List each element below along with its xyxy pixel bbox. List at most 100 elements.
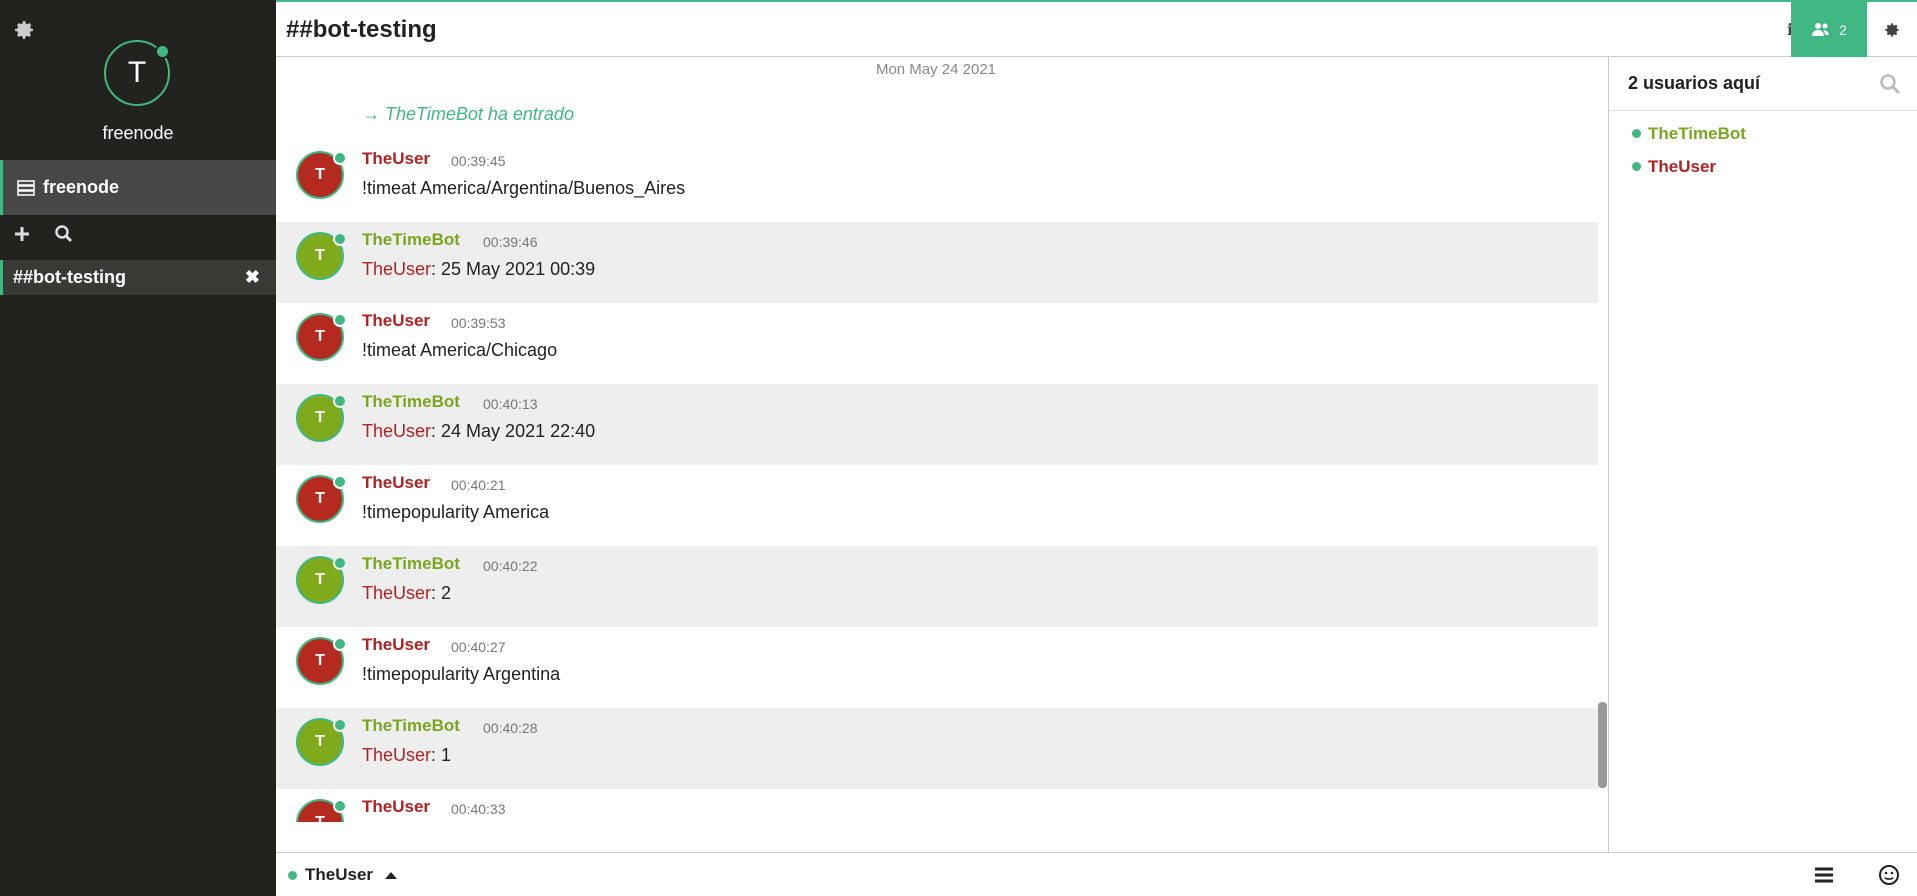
avatar-initial: T [315, 328, 325, 345]
channel-item-label: ##bot-testing [13, 267, 127, 287]
message-time: 00:40:28 [483, 720, 538, 736]
message-nick[interactable]: TheUser [362, 311, 430, 331]
server-icon [17, 179, 35, 196]
message-body: : 25 May 2021 00:39 [431, 259, 596, 279]
message-body: !timeat America/Argentina/Buenos_Aires [362, 178, 686, 198]
message-time: 00:39:46 [483, 234, 538, 250]
message-body: !timepopularity Argentina [362, 664, 561, 684]
avatar-initial: T [315, 571, 325, 588]
user-avatar[interactable]: T [104, 40, 170, 106]
mention-nick[interactable]: TheUser [362, 259, 431, 279]
gear-icon [1885, 22, 1899, 37]
user-list: TheTimeBot TheUser [1609, 111, 1917, 183]
message-nick[interactable]: TheTimeBot [362, 230, 460, 250]
message-nick[interactable]: TheTimeBot [362, 716, 460, 736]
message-avatar[interactable]: T [296, 799, 347, 822]
online-status-dot [333, 637, 347, 651]
online-status-dot [333, 556, 347, 570]
message-nick[interactable]: TheTimeBot [362, 554, 460, 574]
message-nick[interactable]: TheUser [362, 797, 430, 817]
network-item-label: freenode [43, 177, 120, 197]
message-text: TheUser: 24 May 2021 22:40 [362, 421, 595, 442]
message-row: T TheTimeBot 00:40:22 TheUser: 2 [276, 546, 1598, 627]
message-avatar[interactable]: T [296, 313, 347, 361]
message-scrollbar[interactable] [1598, 702, 1607, 788]
online-status-dot [333, 394, 347, 408]
message-nick[interactable]: TheTimeBot [362, 392, 460, 412]
message-row: T TheUser 00:39:45 !timeat America/Argen… [276, 141, 1598, 222]
members-toggle-button[interactable]: 2 [1791, 2, 1867, 57]
member-count: 2 [1839, 21, 1847, 38]
channel-settings-button[interactable] [1867, 2, 1917, 57]
user-list-panel: 2 usuarios aquí TheTimeBot TheUser [1608, 57, 1917, 852]
mention-nick[interactable]: TheUser [362, 583, 431, 603]
message-row: T TheTimeBot 00:39:46 TheUser: 25 May 20… [276, 222, 1598, 303]
close-icon[interactable]: ✖ [245, 267, 260, 288]
message-avatar[interactable]: T [296, 394, 347, 442]
online-status-dot [333, 151, 347, 165]
online-status-dot [333, 475, 347, 489]
search-icon[interactable] [1879, 73, 1901, 95]
input-bar: TheUser [276, 852, 1917, 896]
message-text: !timepopularity America [362, 502, 549, 523]
avatar-initial: T [315, 814, 325, 822]
online-status-dot [333, 313, 347, 327]
message-nick[interactable]: TheUser [362, 149, 430, 169]
avatar-initial: T [315, 490, 325, 507]
sidebar-item-network[interactable]: freenode [0, 160, 276, 215]
message-text: TheUser: 25 May 2021 00:39 [362, 259, 595, 280]
message-time: 00:39:45 [451, 153, 506, 169]
message-row: T TheTimeBot 00:40:28 TheUser: 1 [276, 708, 1598, 789]
message-body: !timepopularity America [362, 502, 550, 522]
join-notice: → TheTimeBot ha entrado [362, 104, 574, 124]
sidebar-tools [12, 224, 74, 244]
nick-selector[interactable]: TheUser [288, 865, 398, 885]
message-avatar[interactable]: T [296, 232, 347, 280]
emoji-icon[interactable] [1877, 863, 1901, 887]
menu-icon[interactable] [1813, 864, 1835, 886]
online-status-dot [333, 232, 347, 246]
message-time: 00:39:53 [451, 315, 506, 331]
message-avatar[interactable]: T [296, 556, 347, 604]
message-body: !timeat America/Chicago [362, 340, 558, 360]
online-status-dot [333, 799, 347, 813]
list-item[interactable]: TheUser [1609, 150, 1917, 183]
sidebar-item-channel[interactable]: ##bot-testing ✖ [0, 260, 276, 295]
online-status-dot [333, 718, 347, 732]
message-text: TheUser: 2 [362, 583, 451, 604]
mention-nick[interactable]: TheUser [362, 745, 431, 765]
avatar-initial: T [315, 652, 325, 669]
mention-nick[interactable]: TheUser [362, 421, 431, 441]
message-avatar[interactable]: T [296, 475, 347, 523]
message-row: T TheUser 00:40:27 !timepopularity Argen… [276, 627, 1598, 708]
plus-icon[interactable] [12, 224, 32, 244]
message-body: : 2 [431, 583, 452, 603]
message-list[interactable]: Mon May 24 2021 → TheTimeBot ha entrado … [276, 57, 1608, 852]
user-nick: TheUser [1648, 156, 1717, 176]
message-time: 00:40:33 [451, 801, 506, 817]
message-nick[interactable]: TheUser [362, 635, 430, 655]
message-time: 00:40:27 [451, 639, 506, 655]
message-text: !timeat America/Argentina/Buenos_Aires [362, 178, 685, 199]
message-avatar[interactable]: T [296, 637, 347, 685]
message-time: 00:40:13 [483, 396, 538, 412]
message-nick[interactable]: TheUser [362, 473, 430, 493]
user-nick: TheTimeBot [1648, 123, 1746, 143]
message-time: 00:40:21 [451, 477, 506, 493]
online-status-dot [1632, 162, 1641, 171]
message-row: T TheUser 00:39:53 !timeat America/Chica… [276, 303, 1598, 384]
network-name: freenode [102, 123, 174, 143]
avatar-initial: T [127, 56, 147, 89]
message-text: !timeat America/Chicago [362, 340, 557, 361]
date-separator: Mon May 24 2021 [875, 61, 997, 78]
list-item[interactable]: TheTimeBot [1609, 117, 1917, 150]
message-avatar[interactable]: T [296, 718, 347, 766]
avatar-initial: T [315, 247, 325, 264]
search-icon[interactable] [54, 224, 74, 244]
message-body: : 24 May 2021 22:40 [431, 421, 596, 441]
message-avatar[interactable]: T [296, 151, 347, 199]
avatar-initial: T [315, 733, 325, 750]
gear-icon[interactable] [12, 18, 36, 42]
caret-up-icon [385, 871, 398, 879]
channel-header: ##bot-testing i 2 [276, 0, 1917, 57]
